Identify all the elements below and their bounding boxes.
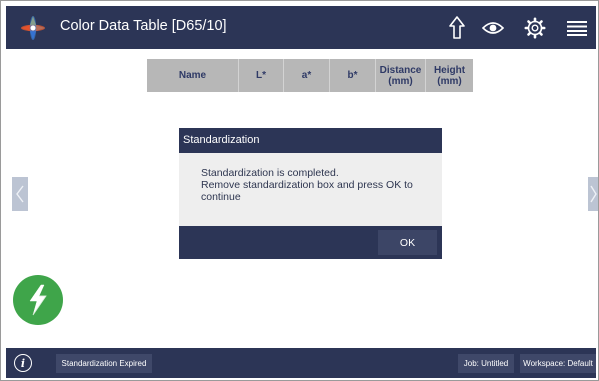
lightning-bolt-icon <box>29 284 47 316</box>
dialog-message-line: Remove standardization box and press OK … <box>201 179 413 191</box>
chevron-left-icon <box>16 185 24 203</box>
color-wheel-logo-icon <box>20 15 46 41</box>
info-icon[interactable]: i <box>14 354 32 372</box>
standardization-dialog: Standardization Standardization is compl… <box>179 128 442 259</box>
chevron-right-icon <box>590 185 597 203</box>
upload-arrow-icon[interactable] <box>444 15 470 41</box>
menu-icon[interactable] <box>564 15 590 41</box>
measure-button[interactable] <box>13 275 63 325</box>
dialog-title: Standardization <box>179 128 442 153</box>
column-header-distance[interactable]: Distance (mm) <box>376 59 426 92</box>
top-bar: Color Data Table [D65/10] <box>6 6 596 49</box>
ok-button[interactable]: OK <box>378 230 437 255</box>
dialog-message-line: continue <box>201 191 241 203</box>
table-header: Name L* a* b* Distance (mm) Height (mm) <box>147 59 473 92</box>
scroll-right-button[interactable] <box>588 177 598 211</box>
workspace-button[interactable]: Workspace: Default <box>520 354 596 373</box>
dialog-message-line: Standardization is completed. <box>201 167 339 179</box>
page-title: Color Data Table [D65/10] <box>60 18 227 34</box>
gear-icon[interactable] <box>522 15 548 41</box>
scroll-left-button[interactable] <box>12 177 28 211</box>
column-header-a[interactable]: a* <box>284 59 330 92</box>
eye-icon[interactable] <box>480 15 506 41</box>
bottom-bar: i Standardization Expired Job: Untitled … <box>6 348 596 378</box>
job-button[interactable]: Job: Untitled <box>458 354 514 373</box>
column-header-name[interactable]: Name <box>147 59 239 92</box>
column-header-height[interactable]: Height (mm) <box>426 59 473 92</box>
column-header-b[interactable]: b* <box>330 59 376 92</box>
standardization-status-button[interactable]: Standardization Expired <box>56 354 152 373</box>
app-window: Color Data Table [D65/10] Name L* a* b* … <box>0 0 599 381</box>
dialog-footer: OK <box>179 226 442 259</box>
column-header-l[interactable]: L* <box>239 59 284 92</box>
dialog-message: Standardization is completed. Remove sta… <box>179 153 442 226</box>
